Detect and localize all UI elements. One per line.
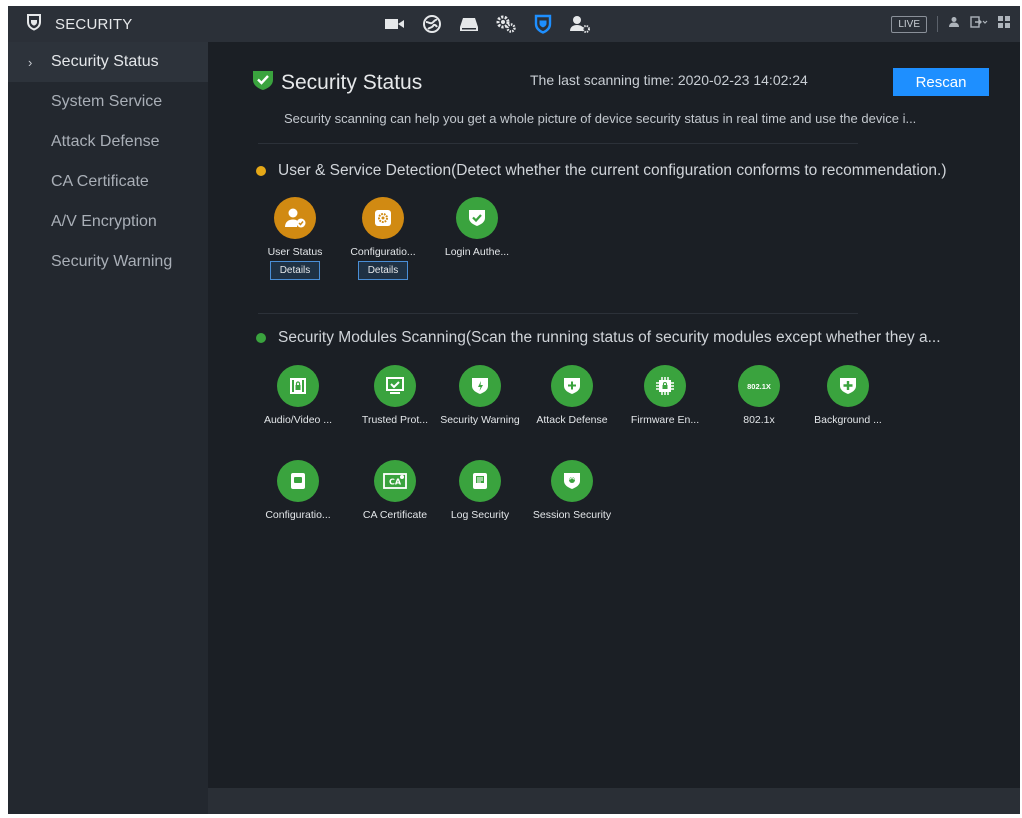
tile-label: Configuratio... — [350, 246, 416, 258]
defense-plus-icon — [551, 365, 593, 407]
sidebar-item-attack-defense[interactable]: Attack Defense — [8, 122, 208, 162]
top-right-tools: LIVE — [891, 6, 1010, 42]
chevron-right-icon: › — [28, 54, 33, 70]
main-panel: Security Status The last scanning time: … — [208, 42, 1020, 788]
sidebar-item-system-service[interactable]: System Service — [8, 82, 208, 122]
divider — [937, 16, 938, 32]
user-service-section-title: User & Service Detection(Detect whether … — [256, 162, 947, 180]
config-shield-icon — [362, 197, 404, 239]
tile-label: Background ... — [814, 414, 882, 426]
divider — [258, 313, 858, 314]
icon-text: 802.1X — [747, 381, 771, 391]
page-header: Security Status — [251, 68, 422, 97]
user-check-icon — [274, 197, 316, 239]
check-shield-icon — [251, 68, 275, 97]
top-bar: SECURITY LIVE — [8, 6, 1020, 42]
av-lock-icon — [277, 365, 319, 407]
last-scan-time: The last scanning time: 2020-02-23 14:02… — [530, 72, 808, 88]
storage-icon[interactable] — [450, 6, 487, 42]
sidebar-item-label: CA Certificate — [51, 173, 149, 190]
main-nav — [376, 6, 598, 42]
module-tile-session-security[interactable]: Session Security — [526, 460, 618, 521]
module-tile-8021x[interactable]: 802.1X 802.1x — [713, 365, 805, 426]
tile-label: User Status — [267, 246, 323, 258]
sidebar-item-label: System Service — [51, 93, 163, 110]
sidebar-item-label: A/V Encryption — [51, 213, 157, 230]
module-tile-audio-video[interactable]: Audio/Video ... — [252, 365, 344, 426]
account-icon[interactable] — [561, 6, 598, 42]
tile-label: Attack Defense — [536, 414, 608, 426]
detection-tile-login-authentication[interactable]: Login Authe... — [431, 197, 523, 258]
module-tile-attack-defense[interactable]: Attack Defense — [526, 365, 618, 426]
module-tile-trusted-protection[interactable]: Trusted Prot... — [349, 365, 441, 426]
tile-label: Login Authe... — [444, 246, 510, 258]
check-shield-icon — [456, 197, 498, 239]
background-shield-icon — [827, 365, 869, 407]
tile-label: Configuratio... — [265, 509, 331, 521]
user-icon[interactable] — [948, 15, 960, 33]
sidebar-item-label: Security Status — [51, 53, 159, 70]
trusted-monitor-icon — [374, 365, 416, 407]
security-shield-icon[interactable] — [524, 6, 561, 42]
8021x-icon: 802.1X — [738, 365, 780, 407]
details-button[interactable]: Details — [358, 261, 408, 280]
tile-label: CA Certificate — [362, 509, 428, 521]
module-tile-configuration[interactable]: Configuratio... — [252, 460, 344, 521]
sidebar-item-ca-certificate[interactable]: CA Certificate — [8, 162, 208, 202]
app-window: SECURITY LIVE › Security Status System S… — [8, 6, 1020, 814]
tile-label: Log Security — [450, 509, 510, 521]
ca-certificate-icon: CA — [374, 460, 416, 502]
config-doc-icon — [277, 460, 319, 502]
module-tile-security-warning[interactable]: Security Warning — [434, 365, 526, 426]
warning-bolt-icon — [459, 365, 501, 407]
section-title-text: User & Service Detection(Detect whether … — [278, 162, 947, 179]
tile-label: Security Warning — [440, 414, 520, 426]
sidebar-item-av-encryption[interactable]: A/V Encryption — [8, 202, 208, 242]
app-brand: SECURITY — [25, 6, 132, 42]
tile-label: Session Security — [532, 509, 612, 521]
module-tile-firmware-encryption[interactable]: Firmware En... — [619, 365, 711, 426]
security-shield-icon — [25, 13, 43, 36]
live-button[interactable]: LIVE — [891, 15, 927, 33]
page-title: Security Status — [281, 70, 423, 94]
session-shield-icon — [551, 460, 593, 502]
grid-menu-icon[interactable] — [998, 15, 1010, 33]
sidebar-item-security-warning[interactable]: Security Warning — [8, 242, 208, 282]
tile-label: Trusted Prot... — [361, 414, 429, 426]
detection-tile-configuration[interactable]: Configuratio... Details — [337, 197, 429, 280]
warning-status-dot — [256, 166, 266, 176]
ok-status-dot — [256, 333, 266, 343]
section-title-text: Security Modules Scanning(Scan the runni… — [278, 329, 941, 346]
status-footer — [208, 788, 1020, 814]
sidebar-item-security-status[interactable]: › Security Status — [8, 42, 208, 82]
firmware-chip-icon — [644, 365, 686, 407]
details-button[interactable]: Details — [270, 261, 320, 280]
rescan-button[interactable]: Rescan — [893, 68, 989, 96]
divider — [258, 143, 858, 144]
page-description: Security scanning can help you get a who… — [284, 111, 917, 126]
sidebar-item-label: Attack Defense — [51, 133, 160, 150]
module-tile-log-security[interactable]: Log Security — [434, 460, 526, 521]
app-title: SECURITY — [55, 15, 133, 33]
logout-icon[interactable] — [970, 15, 988, 33]
module-tile-ca-certificate[interactable]: CA CA Certificate — [349, 460, 441, 521]
detection-tile-user-status[interactable]: User Status Details — [249, 197, 341, 280]
sidebar: › Security Status System Service Attack … — [8, 42, 208, 814]
modules-section-title: Security Modules Scanning(Scan the runni… — [256, 329, 941, 347]
log-doc-icon — [459, 460, 501, 502]
camera-icon[interactable] — [376, 6, 413, 42]
tile-label: Audio/Video ... — [263, 414, 333, 426]
network-globe-icon[interactable] — [413, 6, 450, 42]
svg-text:CA: CA — [389, 478, 402, 487]
tile-label: Firmware En... — [630, 414, 700, 426]
system-gears-icon[interactable] — [487, 6, 524, 42]
module-tile-background[interactable]: Background ... — [802, 365, 894, 426]
sidebar-item-label: Security Warning — [51, 253, 173, 270]
tile-label: 802.1x — [743, 414, 775, 426]
